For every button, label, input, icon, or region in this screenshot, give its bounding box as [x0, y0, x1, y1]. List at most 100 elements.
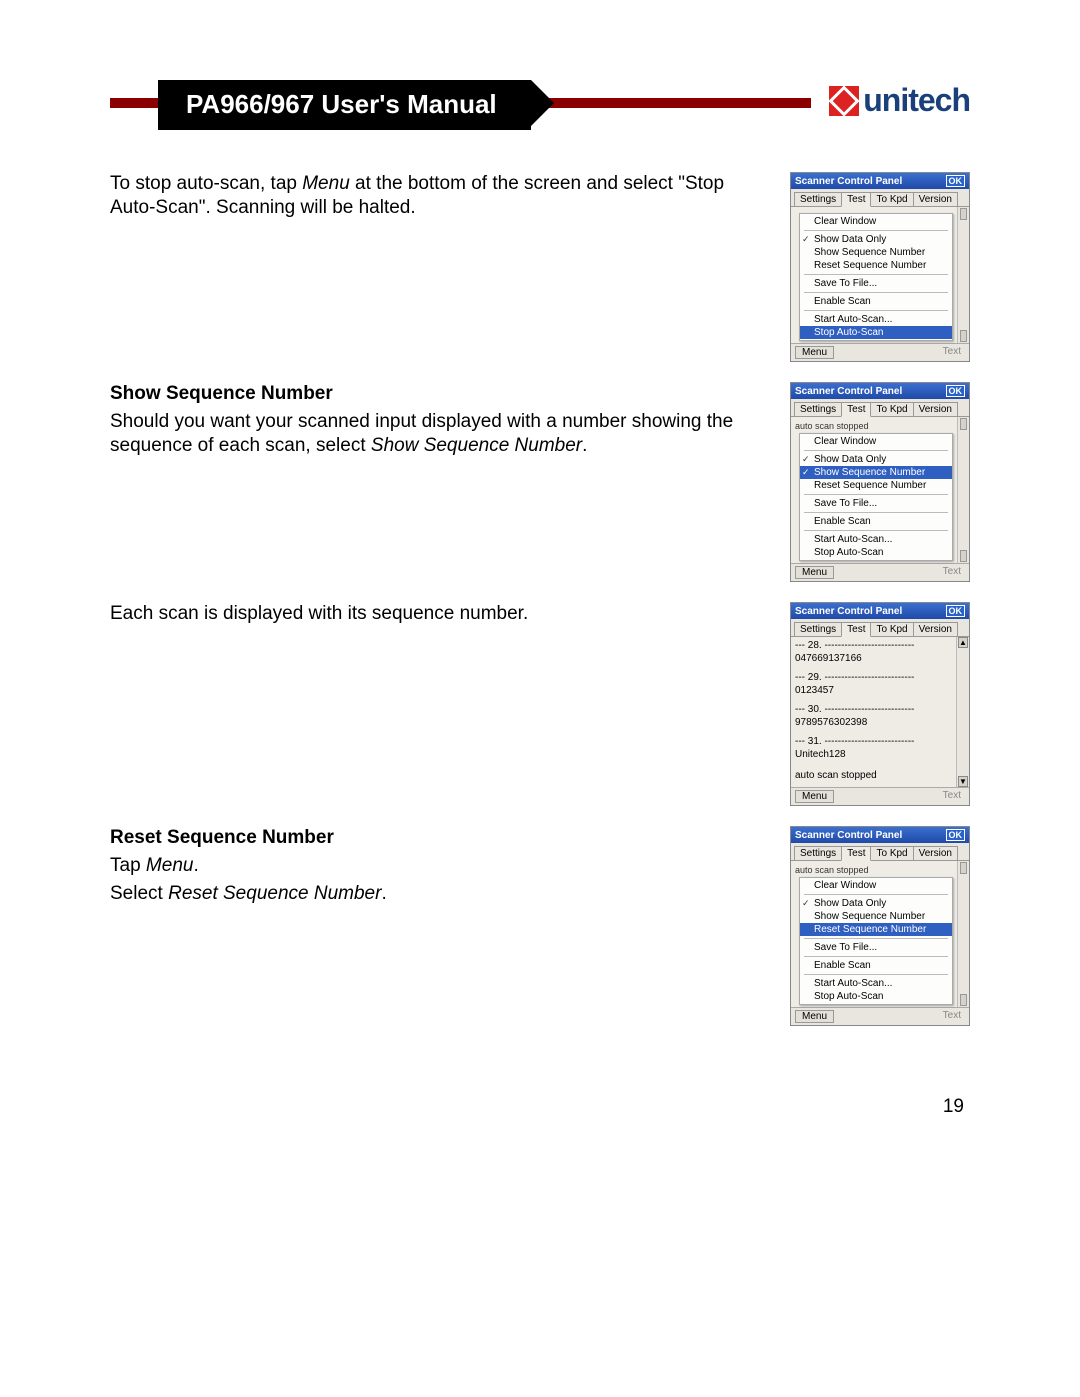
menu-button[interactable]: Menu	[795, 566, 834, 579]
popup-menu: Clear Window Show Data Only Show Sequenc…	[799, 213, 953, 341]
scan-line: 9789576302398	[795, 716, 955, 729]
menu-button[interactable]: Menu	[795, 1010, 834, 1023]
footer-text-label: Text	[939, 790, 965, 803]
brand-logo: unitech	[811, 82, 970, 119]
tab-test[interactable]: Test	[841, 402, 871, 417]
screenshot-show-seq: Scanner Control Panel OK Settings Test T…	[790, 382, 970, 582]
tab-settings[interactable]: Settings	[794, 402, 842, 416]
scrollbar[interactable]	[957, 861, 969, 1007]
window-footer: Menu Text	[791, 787, 969, 805]
window-footer: Menu Text	[791, 563, 969, 581]
screenshot-seq-display: Scanner Control Panel OK Settings Test T…	[790, 602, 970, 806]
screenshot-stop-autoscan: Scanner Control Panel OK Settings Test T…	[790, 172, 970, 362]
scan-line: 0123457	[795, 684, 955, 697]
menu-reset-seq[interactable]: Reset Sequence Number	[800, 923, 952, 936]
tab-tokpd[interactable]: To Kpd	[870, 846, 913, 860]
ok-button[interactable]: OK	[946, 175, 966, 187]
window-footer: Menu Text	[791, 343, 969, 361]
heading-reset-seq: Reset Sequence Number	[110, 826, 768, 850]
scan-line: --- 28. ---------------------------	[795, 639, 955, 652]
footer-text-label: Text	[939, 566, 965, 579]
section-seq-display-text: Each scan is displayed with its sequence…	[110, 602, 790, 630]
menu-stop-auto[interactable]: Stop Auto-Scan	[800, 546, 952, 559]
scan-line: --- 31. ---------------------------	[795, 735, 955, 748]
manual-title-text: PA966/967 User's Manual	[186, 89, 497, 119]
popup-menu: Clear Window Show Data Only Show Sequenc…	[799, 433, 953, 561]
menu-save-file[interactable]: Save To File...	[800, 277, 952, 290]
menu-clear-window[interactable]: Clear Window	[800, 879, 952, 892]
tab-tokpd[interactable]: To Kpd	[870, 192, 913, 206]
menu-stop-auto[interactable]: Stop Auto-Scan	[800, 990, 952, 1003]
tab-tokpd[interactable]: To Kpd	[870, 402, 913, 416]
menu-reset-seq[interactable]: Reset Sequence Number	[800, 479, 952, 492]
menu-show-data-only[interactable]: Show Data Only	[800, 897, 952, 910]
scroll-up-icon[interactable]: ▲	[958, 637, 968, 648]
menu-start-auto[interactable]: Start Auto-Scan...	[800, 977, 952, 990]
menu-start-auto[interactable]: Start Auto-Scan...	[800, 313, 952, 326]
window-title: Scanner Control Panel	[795, 830, 902, 841]
ok-button[interactable]: OK	[946, 829, 966, 841]
title-arrow-icon	[531, 80, 554, 126]
menu-save-file[interactable]: Save To File...	[800, 941, 952, 954]
window-footer: Menu Text	[791, 1007, 969, 1025]
scan-line: auto scan stopped	[795, 769, 955, 782]
menu-enable-scan[interactable]: Enable Scan	[800, 959, 952, 972]
page-header: PA966/967 User's Manual unitech	[110, 80, 970, 126]
scrollbar[interactable]	[957, 417, 969, 563]
scan-line: 047669137166	[795, 652, 955, 665]
tab-settings[interactable]: Settings	[794, 192, 842, 206]
window-titlebar: Scanner Control Panel OK	[791, 173, 969, 189]
brand-logo-text: unitech	[863, 82, 970, 119]
menu-clear-window[interactable]: Clear Window	[800, 215, 952, 228]
window-title: Scanner Control Panel	[795, 606, 902, 617]
menu-save-file[interactable]: Save To File...	[800, 497, 952, 510]
menu-clear-window[interactable]: Clear Window	[800, 435, 952, 448]
menu-show-seq[interactable]: Show Sequence Number	[800, 246, 952, 259]
tab-version[interactable]: Version	[913, 402, 958, 416]
body-pretext: auto scan stopped	[793, 865, 967, 875]
section-reset-seq-text: Reset Sequence Number Tap Menu. Select R…	[110, 826, 790, 909]
ok-button[interactable]: OK	[946, 605, 966, 617]
manual-title: PA966/967 User's Manual	[158, 80, 531, 130]
menu-button[interactable]: Menu	[795, 346, 834, 359]
scrollbar[interactable]	[957, 207, 969, 343]
screenshot-reset-seq: Scanner Control Panel OK Settings Test T…	[790, 826, 970, 1026]
scan-output-area: ▲ ▼ --- 28. --------------------------- …	[791, 637, 969, 787]
menu-reset-seq[interactable]: Reset Sequence Number	[800, 259, 952, 272]
menu-show-data-only[interactable]: Show Data Only	[800, 233, 952, 246]
tab-bar: Settings Test To Kpd Version	[791, 399, 969, 417]
tab-version[interactable]: Version	[913, 192, 958, 206]
footer-text-label: Text	[939, 346, 965, 359]
section-show-seq-text: Show Sequence Number Should you want you…	[110, 382, 790, 461]
menu-show-data-only[interactable]: Show Data Only	[800, 453, 952, 466]
page-number: 19	[110, 1096, 970, 1118]
tab-version[interactable]: Version	[913, 846, 958, 860]
section-stop-autoscan-text: To stop auto-scan, tap Menu at the botto…	[110, 172, 790, 224]
menu-show-seq[interactable]: Show Sequence Number	[800, 466, 952, 479]
window-titlebar: Scanner Control Panel OK	[791, 827, 969, 843]
tab-test[interactable]: Test	[841, 622, 871, 637]
tab-test[interactable]: Test	[841, 846, 871, 861]
tab-bar: Settings Test To Kpd Version	[791, 189, 969, 207]
menu-button[interactable]: Menu	[795, 790, 834, 803]
scroll-down-icon[interactable]: ▼	[958, 776, 968, 787]
tab-test[interactable]: Test	[841, 192, 871, 207]
window-titlebar: Scanner Control Panel OK	[791, 383, 969, 399]
tab-bar: Settings Test To Kpd Version	[791, 619, 969, 637]
tab-bar: Settings Test To Kpd Version	[791, 843, 969, 861]
scan-line: --- 30. ---------------------------	[795, 703, 955, 716]
menu-stop-auto[interactable]: Stop Auto-Scan	[800, 326, 952, 339]
menu-enable-scan[interactable]: Enable Scan	[800, 515, 952, 528]
tab-settings[interactable]: Settings	[794, 622, 842, 636]
tab-tokpd[interactable]: To Kpd	[870, 622, 913, 636]
scan-line: Unitech128	[795, 748, 955, 761]
tab-version[interactable]: Version	[913, 622, 958, 636]
menu-show-seq[interactable]: Show Sequence Number	[800, 910, 952, 923]
menu-enable-scan[interactable]: Enable Scan	[800, 295, 952, 308]
scrollbar[interactable]: ▲ ▼	[956, 637, 969, 787]
brand-mark-icon	[829, 86, 859, 116]
menu-start-auto[interactable]: Start Auto-Scan...	[800, 533, 952, 546]
popup-menu: Clear Window Show Data Only Show Sequenc…	[799, 877, 953, 1005]
ok-button[interactable]: OK	[946, 385, 966, 397]
tab-settings[interactable]: Settings	[794, 846, 842, 860]
